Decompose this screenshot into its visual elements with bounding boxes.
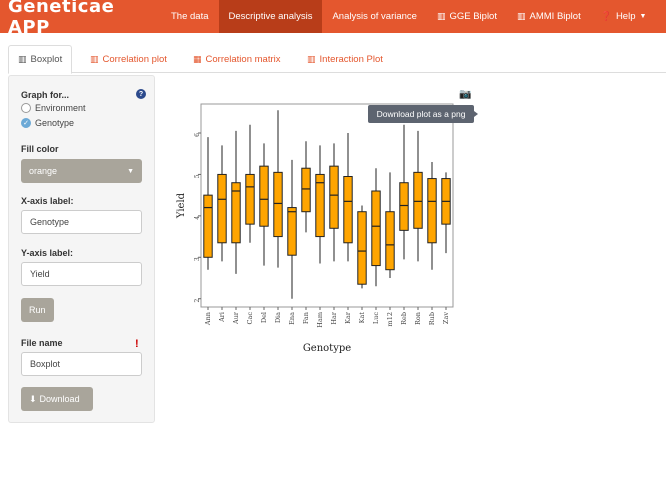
boxplot-svg: 2 3 4 5 6 Yield Genotype Ann Ari Aur Cac Del Dia Ena F… — [176, 103, 454, 354]
yaxis-label: Y-axis label: — [21, 248, 74, 258]
nav-gge-biplot[interactable]: ▥ GGE Biplot — [427, 0, 507, 33]
box — [413, 171, 423, 229]
box — [385, 211, 395, 271]
radio-unchecked-icon[interactable] — [21, 103, 31, 113]
x-tick-label: Ena — [288, 312, 296, 325]
radio-environment[interactable]: Environment — [21, 103, 86, 113]
box — [245, 173, 255, 225]
question-circle-icon: ❓ — [600, 11, 612, 21]
tab-boxplot[interactable]: ▥ Boxplot — [8, 45, 73, 74]
bar-chart-icon: ▥ — [18, 54, 27, 64]
navbar: Geneticae APP The data Descriptive analy… — [0, 0, 666, 38]
x-tick-label: Rub — [428, 312, 436, 325]
sidebar-panel: Graph for... ? Environment ✓ Genotype Fi… — [8, 75, 155, 423]
x-tick-label: Ham — [316, 312, 324, 328]
tab-interaction-plot[interactable]: ▥ Interaction Plot — [298, 45, 392, 73]
x-tick-label: Cac — [246, 312, 254, 325]
x-tick-label: Har — [330, 311, 338, 325]
nav-descriptive-analysis[interactable]: Descriptive analysis — [218, 0, 323, 33]
x-tick-label: Ari — [218, 312, 226, 323]
x-tick-label: m12 — [386, 312, 394, 326]
xaxis-label: X-axis label: — [21, 196, 74, 206]
box — [301, 167, 311, 213]
box — [217, 173, 227, 244]
box — [329, 165, 339, 229]
box — [343, 176, 353, 244]
box — [203, 194, 213, 258]
nav-analysis-of-variance[interactable]: Analysis of variance — [322, 0, 426, 33]
y-tick-label: 5 — [194, 174, 201, 178]
xaxis-input[interactable]: Genotype — [21, 210, 142, 234]
yaxis-input[interactable]: Yield — [21, 262, 142, 286]
fill-color-label: Fill color — [21, 144, 59, 154]
caret-down-icon: ▼ — [127, 167, 134, 175]
x-tick-label: Dia — [274, 312, 282, 323]
question-icon[interactable]: ? — [136, 89, 146, 99]
radio-genotype[interactable]: ✓ Genotype — [21, 118, 74, 128]
file-name-input[interactable]: Boxplot — [21, 352, 142, 376]
file-name-label: File name — [21, 338, 63, 348]
x-tick-label: Kat — [358, 312, 366, 324]
x-axis-title: Genotype — [303, 343, 351, 354]
bar-chart-icon: ▥ — [90, 53, 99, 64]
y-tick-label: 2 — [194, 299, 201, 303]
y-axis-title: Yield — [176, 192, 187, 219]
fill-color-select[interactable]: orange ▼ — [21, 159, 142, 183]
box — [357, 211, 367, 285]
camera-icon[interactable]: 📷 — [459, 89, 471, 100]
download-tooltip: Download plot as a png — [368, 105, 478, 123]
box — [315, 173, 325, 238]
nav-ammi-biplot[interactable]: ▥ AMMI Biplot — [507, 0, 591, 33]
bar-chart-icon: ▥ — [436, 11, 446, 21]
box — [427, 178, 437, 244]
box — [259, 165, 269, 227]
bar-chart-icon: ▥ — [307, 53, 316, 64]
run-button[interactable]: Run — [21, 298, 54, 322]
tab-correlation-plot[interactable]: ▥ Correlation plot — [81, 45, 176, 73]
x-tick-label: Zav — [442, 312, 450, 324]
y-tick-label: 6 — [194, 133, 201, 137]
box — [371, 190, 381, 267]
box — [273, 171, 283, 238]
x-tick-label: Del — [260, 312, 268, 323]
caret-down-icon: ▼ — [639, 13, 647, 20]
x-tick-label: Fan — [302, 312, 310, 324]
download-button[interactable]: ⬇ Download — [21, 387, 93, 411]
nav-the-data[interactable]: The data — [161, 0, 219, 33]
radio-checked-icon[interactable]: ✓ — [21, 118, 31, 128]
y-tick-label: 4 — [194, 216, 201, 220]
x-tick-label: Ron — [414, 312, 422, 325]
x-tick-label: Reb — [400, 312, 408, 325]
x-tick-label: Ann — [204, 312, 212, 326]
box — [287, 207, 297, 256]
graph-for-label: Graph for... — [21, 90, 70, 100]
box — [399, 182, 409, 231]
table-icon: ▦ — [193, 53, 202, 64]
bar-chart-icon: ▥ — [516, 11, 526, 21]
download-icon: ⬇ — [29, 393, 37, 404]
box — [231, 182, 241, 244]
x-tick-label: Luc — [372, 312, 380, 325]
tab-correlation-matrix[interactable]: ▦ Correlation matrix — [184, 45, 289, 73]
x-tick-label: Aur — [232, 311, 240, 325]
x-tick-label: Kar — [344, 311, 352, 324]
warning-icon: ! — [135, 338, 139, 350]
y-tick-label: 3 — [194, 257, 201, 261]
app-title: Geneticae APP — [8, 0, 115, 38]
tab-bar: ▥ Boxplot ▥ Correlation plot ▦ Correlation … — [8, 45, 666, 74]
boxplot-chart[interactable]: 2 3 4 5 6 Yield Genotype Ann Ari Aur Cac Del Dia Ena F… — [172, 89, 482, 359]
nav-help[interactable]: ❓ Help ▼ — [591, 0, 657, 33]
